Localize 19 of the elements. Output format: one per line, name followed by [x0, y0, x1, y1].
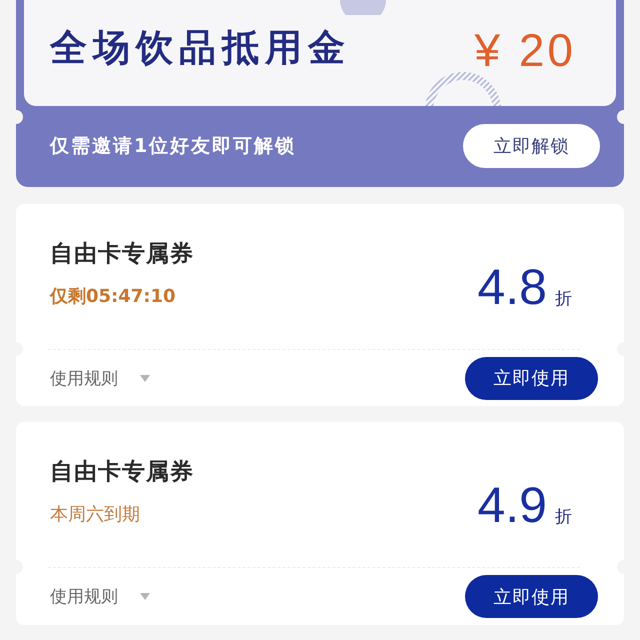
rules-toggle[interactable]: 使用规则 [50, 366, 150, 390]
ticket-notch [617, 110, 624, 124]
discount-value: 4.8 [477, 260, 547, 314]
discount-unit: 折 [555, 506, 572, 528]
discount-value: 4.9 [477, 478, 547, 532]
validity-text: 仅剩05:47:10 [50, 285, 176, 309]
invite-text: 仅需邀请1位好友即可解锁 [50, 134, 296, 158]
coupon-title: 自由卡专属券 [50, 458, 194, 487]
use-button[interactable]: 立即使用 [465, 575, 598, 618]
discount-unit: 折 [555, 288, 572, 310]
coupon-title: 自由卡专属券 [50, 240, 194, 269]
unlock-button[interactable]: 立即解锁 [463, 124, 600, 168]
ticket-notch [16, 110, 23, 124]
use-button[interactable]: 立即使用 [465, 356, 598, 400]
amount: ¥ 20 [474, 25, 576, 75]
rules-toggle[interactable]: 使用规则 [50, 585, 150, 608]
validity-text: 本周六到期 [50, 503, 140, 527]
promo-title: 全场饮品抵用金 [50, 25, 351, 71]
hatched-ring-icon [425, 72, 501, 106]
